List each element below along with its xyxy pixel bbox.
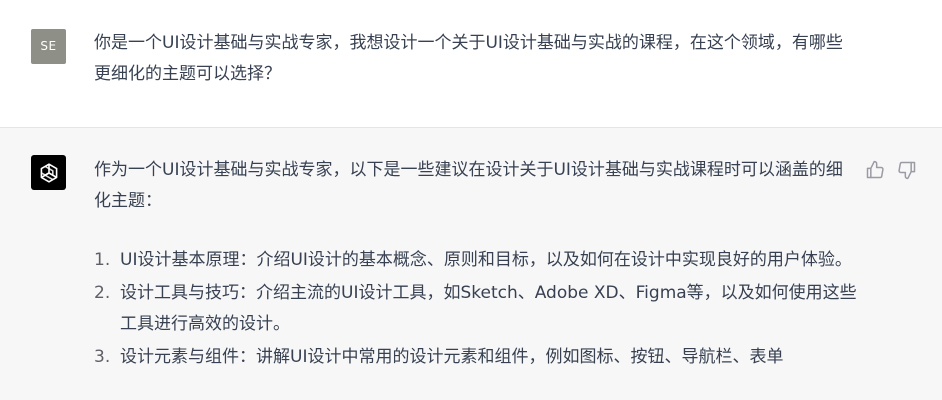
list-item-number: 2. — [94, 283, 111, 303]
list-item-number: 1. — [94, 250, 111, 270]
list-item: 1. UI设计基本原理：介绍UI设计的基本概念、原则和目标，以及如何在设计中实现… — [94, 245, 864, 276]
user-message-row: SE 你是一个UI设计基础与实战专家，我想设计一个关于UI设计基础与实战的课程，… — [0, 0, 942, 128]
thumbs-down-icon[interactable] — [897, 160, 917, 180]
list-item: 2. 设计工具与技巧：介绍主流的UI设计工具，如Sketch、Adobe XD、… — [94, 278, 864, 340]
assistant-intro-text: 作为一个UI设计基础与实战专家，以下是一些建议在设计关于UI设计基础与实战课程时… — [94, 160, 843, 211]
thumbs-up-icon[interactable] — [865, 160, 885, 180]
list-item: 3. 设计元素与组件：讲解UI设计中常用的设计元素和组件，例如图标、按钮、导航栏… — [94, 342, 864, 373]
list-item-number: 3. — [94, 347, 111, 367]
list-item-text: 设计元素与组件：讲解UI设计中常用的设计元素和组件，例如图标、按钮、导航栏、表单 — [120, 347, 784, 367]
list-item-text: 设计工具与技巧：介绍主流的UI设计工具，如Sketch、Adobe XD、Fig… — [120, 283, 857, 334]
user-avatar: SE — [31, 29, 66, 64]
topic-list: 1. UI设计基本原理：介绍UI设计的基本概念、原则和目标，以及如何在设计中实现… — [94, 245, 864, 375]
openai-logo-icon — [31, 155, 66, 190]
user-message-text: 你是一个UI设计基础与实战专家，我想设计一个关于UI设计基础与实战的课程，在这个… — [94, 33, 843, 84]
list-item-text: UI设计基本原理：介绍UI设计的基本概念、原则和目标，以及如何在设计中实现良好的… — [120, 250, 852, 270]
